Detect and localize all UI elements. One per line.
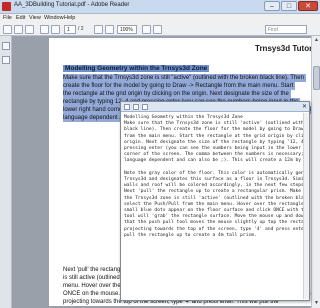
minimize-button[interactable]: – <box>264 1 280 11</box>
find-field[interactable]: Find <box>265 25 307 34</box>
highlighted-line[interactable]: the rectangle at the grid origin by clic… <box>63 90 291 98</box>
pages-panel-icon[interactable] <box>2 42 10 50</box>
vertical-scrollbar[interactable]: ▲ ▼ <box>311 36 320 308</box>
print-icon[interactable] <box>14 25 23 34</box>
zoom-in-icon[interactable] <box>105 25 114 34</box>
document-title: Trnsys3d Tutorial <box>255 44 319 53</box>
open-icon[interactable] <box>3 25 12 34</box>
select-tool-icon[interactable] <box>142 25 151 34</box>
scroll-up-icon[interactable]: ▲ <box>313 37 320 44</box>
section-heading[interactable]: Modelling Geometry within the Trnsys3d Z… <box>63 65 210 72</box>
attachments-panel-icon[interactable] <box>2 56 10 64</box>
page-total: / 2 <box>78 26 84 32</box>
toolbar: 1 / 2 100% Find <box>0 23 320 36</box>
menu-bar: File Edit View Window Help <box>0 14 320 23</box>
menu-file[interactable]: File <box>3 15 12 21</box>
copied-text-popup[interactable]: ✕ Modelling Geometry within the Trnsys3d… <box>120 101 310 301</box>
zoom-field[interactable]: 100% <box>117 25 137 34</box>
highlighted-line[interactable]: create the floor for the model by going … <box>63 82 296 90</box>
hand-tool-icon[interactable] <box>153 25 162 34</box>
previous-page-icon[interactable] <box>40 25 49 34</box>
popup-close-icon[interactable]: ✕ <box>302 103 307 110</box>
email-icon[interactable] <box>25 25 34 34</box>
popup-copy-icon[interactable] <box>124 104 130 110</box>
menu-edit[interactable]: Edit <box>16 15 25 21</box>
zoom-out-icon[interactable] <box>94 25 103 34</box>
page-number-field[interactable]: 1 <box>64 25 76 34</box>
scroll-down-icon[interactable]: ▼ <box>313 300 320 307</box>
menu-window[interactable]: Window <box>44 15 64 21</box>
adobe-reader-icon <box>2 2 11 11</box>
highlighted-line[interactable]: Make sure that the Trnsys3d zone is stil… <box>63 74 306 82</box>
popup-scrollbar[interactable] <box>303 113 309 299</box>
popup-font-icon[interactable] <box>142 104 148 110</box>
next-page-icon[interactable] <box>51 25 60 34</box>
popup-select-icon[interactable] <box>133 104 139 110</box>
popup-toolbar: ✕ <box>121 102 309 112</box>
scroll-thumb[interactable] <box>313 66 320 90</box>
menu-help[interactable]: Help <box>64 15 75 21</box>
window-title: AA_3DBuilding Tutorial.pdf - Adobe Reade… <box>14 2 130 8</box>
navigation-panel <box>0 36 12 308</box>
reader-window: AA_3DBuilding Tutorial.pdf - Adobe Reade… <box>0 0 320 308</box>
maximize-button[interactable]: □ <box>281 1 297 11</box>
title-bar: AA_3DBuilding Tutorial.pdf - Adobe Reade… <box>0 0 320 14</box>
menu-view[interactable]: View <box>29 15 41 21</box>
popup-text[interactable]: Modelling Geometry within the Trnsys3d Z… <box>124 115 309 239</box>
close-button[interactable]: ✕ <box>298 1 318 11</box>
